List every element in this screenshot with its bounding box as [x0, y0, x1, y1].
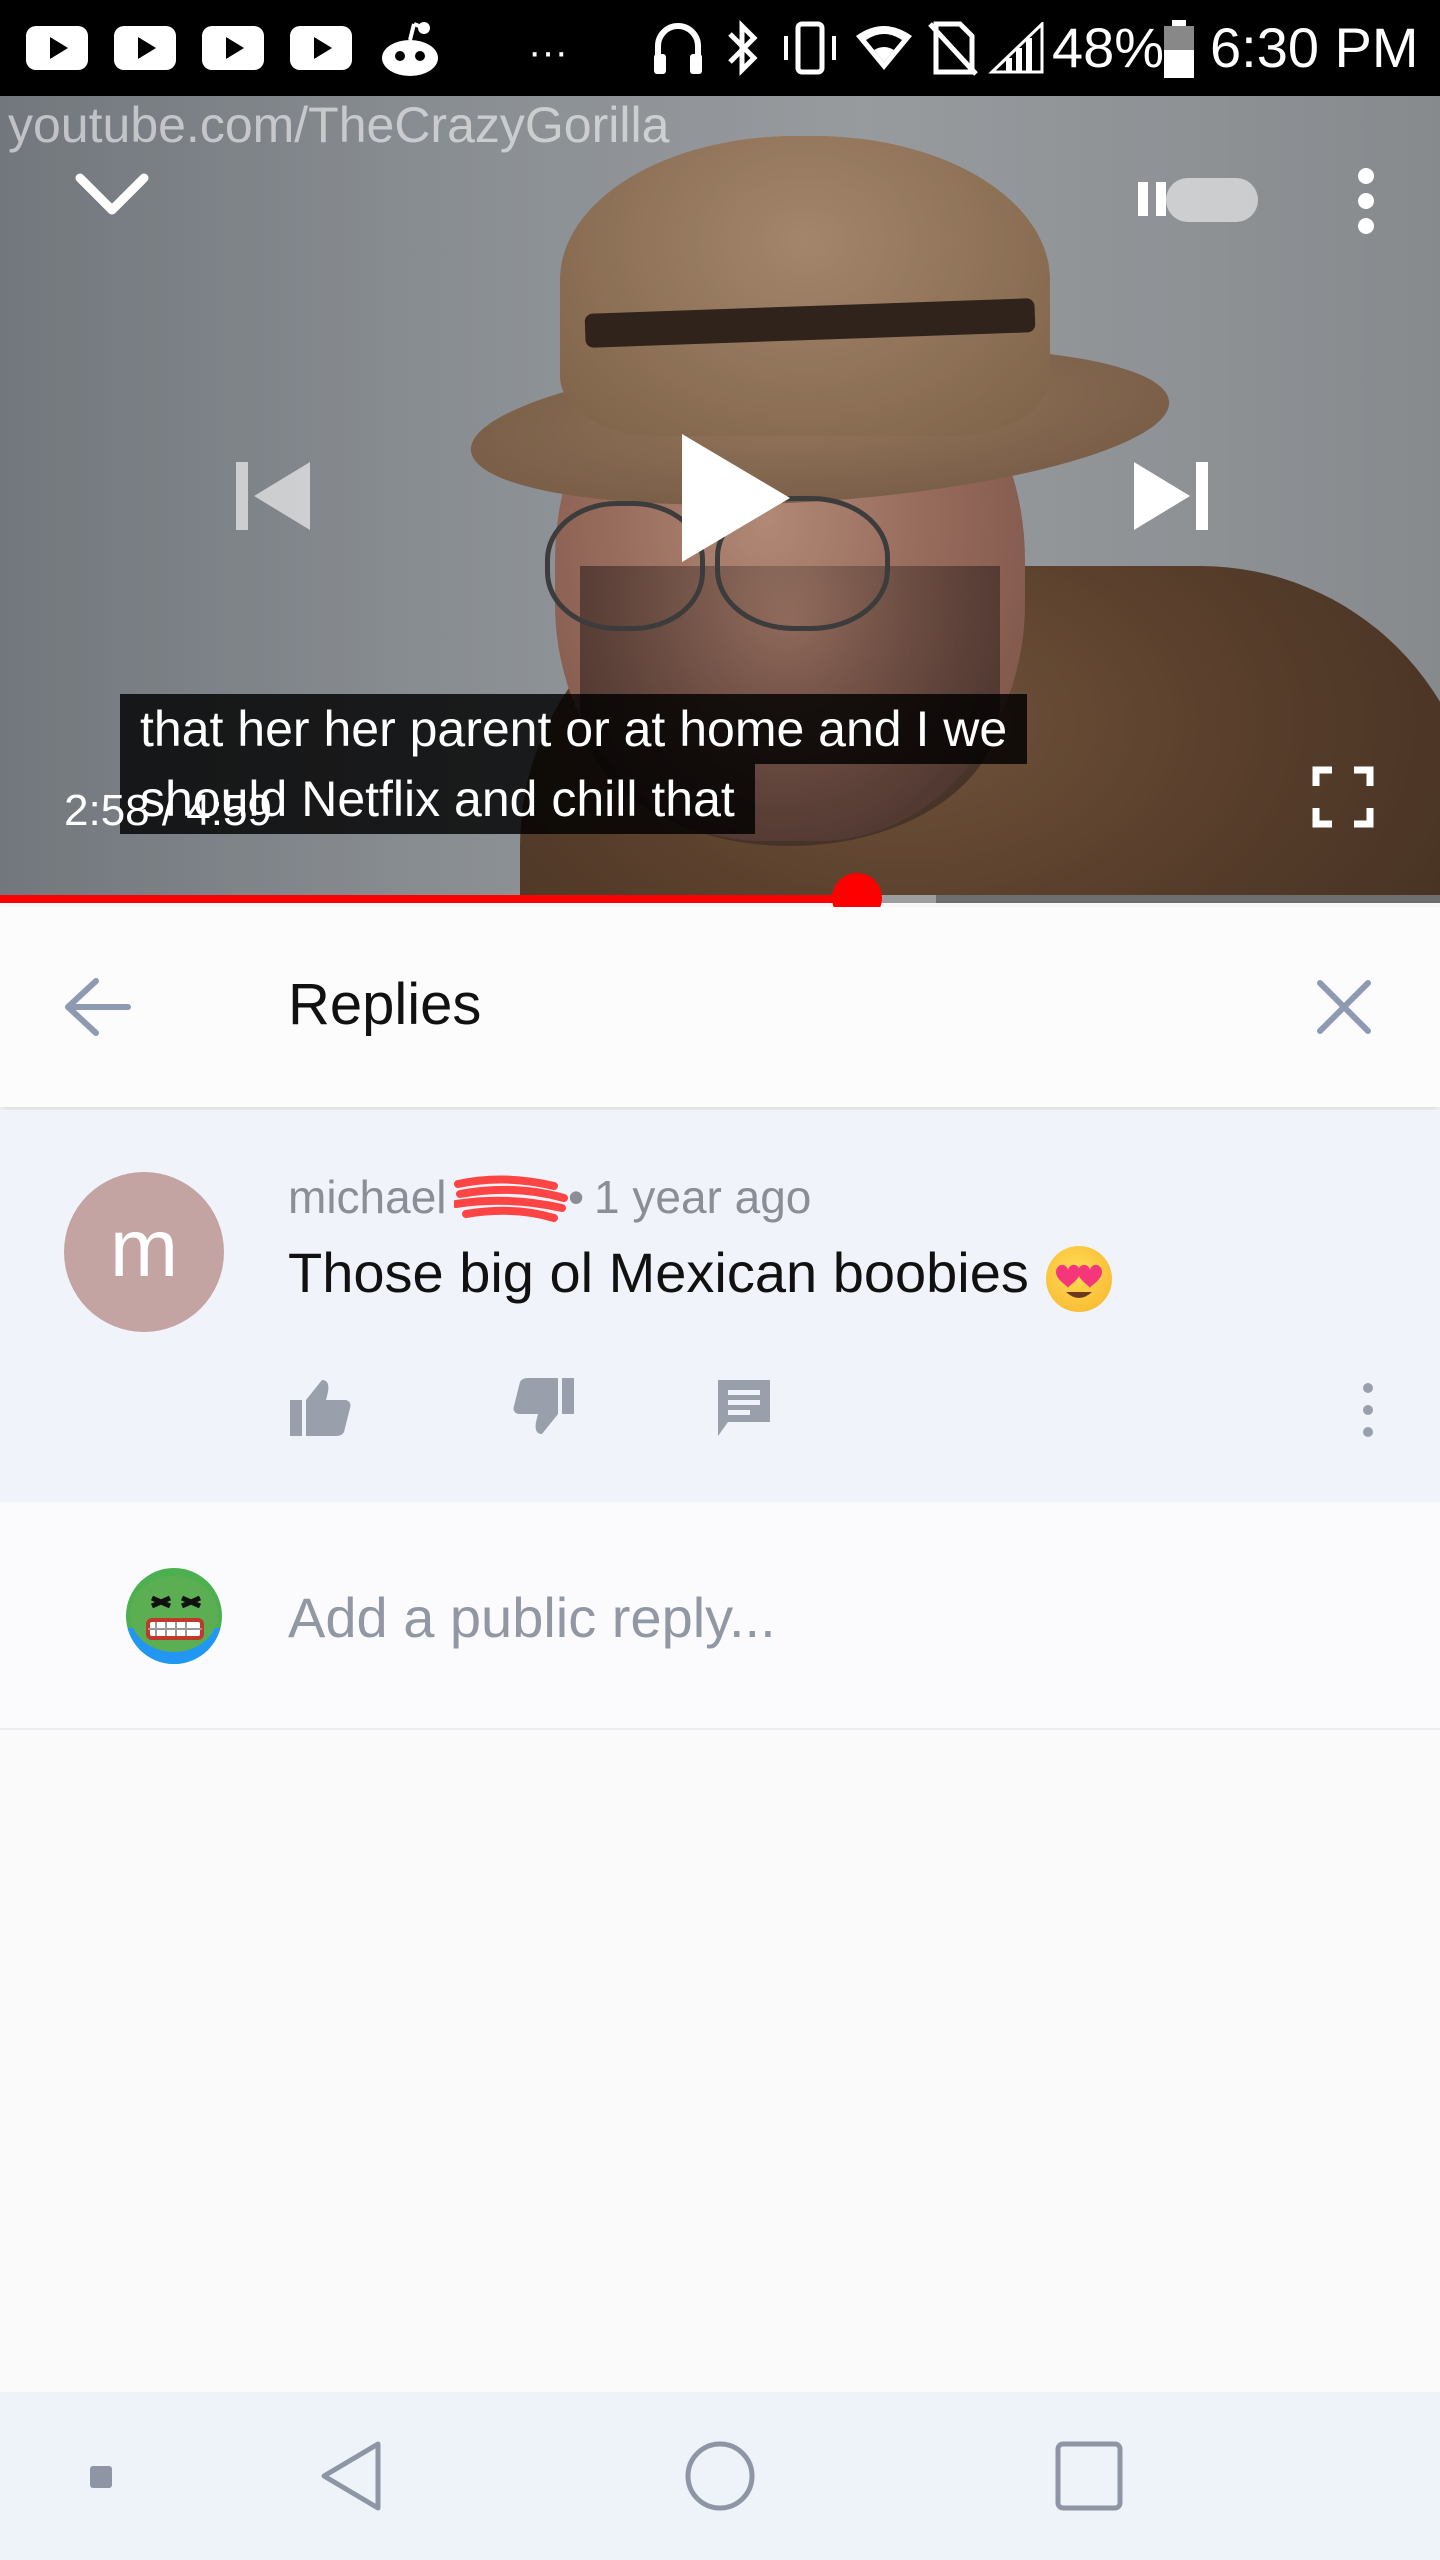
- replies-header: Replies: [0, 907, 1440, 1107]
- avatar[interactable]: m: [64, 1172, 224, 1332]
- redaction-scribble: [454, 1175, 568, 1222]
- home-circle-icon[interactable]: [684, 2440, 756, 2512]
- back-triangle-icon[interactable]: [318, 2438, 384, 2514]
- user-avatar: [126, 1568, 222, 1664]
- youtube-notification-icon: [290, 26, 352, 70]
- video-watermark: youtube.com/TheCrazyGorilla: [8, 97, 670, 153]
- back-arrow-icon[interactable]: [62, 975, 132, 1039]
- time-display: 2:58 / 4:59: [64, 786, 272, 835]
- close-icon[interactable]: [1314, 977, 1374, 1037]
- clock: 6:30 PM: [1210, 16, 1419, 79]
- youtube-notification-icon: [26, 26, 88, 70]
- more-options-icon[interactable]: [1346, 166, 1386, 236]
- minimize-chevron-down-icon[interactable]: [72, 168, 152, 224]
- battery-icon: [1164, 20, 1194, 78]
- video-player[interactable]: youtube.com/TheCrazyGorilla that her her…: [0, 96, 1440, 900]
- signal-icon: [988, 22, 1044, 74]
- reply-composer: [0, 1502, 1440, 1730]
- caption-line: that her her parent or at home and I we: [120, 694, 1028, 764]
- video-progress-bar[interactable]: [0, 873, 1440, 923]
- headphones-icon: [654, 23, 702, 74]
- reply-input[interactable]: [288, 1582, 1368, 1652]
- page-title: Replies: [288, 972, 482, 1037]
- previous-video-icon[interactable]: [230, 456, 316, 536]
- youtube-notification-icon: [202, 26, 264, 70]
- heart-eyes-emoji-icon: [1046, 1246, 1112, 1312]
- next-video-icon[interactable]: [1128, 456, 1214, 536]
- recent-dot-icon[interactable]: [90, 2466, 112, 2488]
- comment-card: m michael • 1 year ago Those big ol Mexi…: [0, 1110, 1440, 1502]
- like-icon[interactable]: [288, 1376, 352, 1438]
- reddit-icon: [382, 22, 438, 76]
- autoplay-toggle[interactable]: [1132, 168, 1258, 230]
- wifi-icon: [856, 26, 912, 70]
- meta-separator: •: [568, 1171, 585, 1223]
- comment-more-options-icon[interactable]: [1358, 1380, 1378, 1440]
- vibrate-icon: [784, 21, 836, 75]
- reply-comment-icon[interactable]: [716, 1378, 772, 1438]
- bluetooth-icon: [728, 19, 758, 77]
- overview-square-icon[interactable]: [1054, 2440, 1124, 2512]
- progress-remaining: [936, 895, 1440, 903]
- comment-timestamp: 1 year ago: [594, 1171, 812, 1223]
- progress-played: [0, 895, 857, 903]
- dislike-icon[interactable]: [512, 1376, 576, 1438]
- comment-author[interactable]: michael: [288, 1170, 447, 1224]
- more-notifications-indicator: ···: [528, 30, 568, 74]
- play-icon[interactable]: [676, 430, 796, 566]
- fullscreen-icon[interactable]: [1312, 766, 1374, 828]
- youtube-notification-icon: [114, 26, 176, 70]
- comment-text: Those big ol Mexican boobies: [288, 1241, 1029, 1304]
- status-bar: ··· 48% 6:30 PM: [0, 0, 1440, 96]
- no-sim-icon: [928, 21, 978, 76]
- system-nav-bar: [0, 2392, 1440, 2560]
- battery-percent: 48%: [1052, 16, 1165, 79]
